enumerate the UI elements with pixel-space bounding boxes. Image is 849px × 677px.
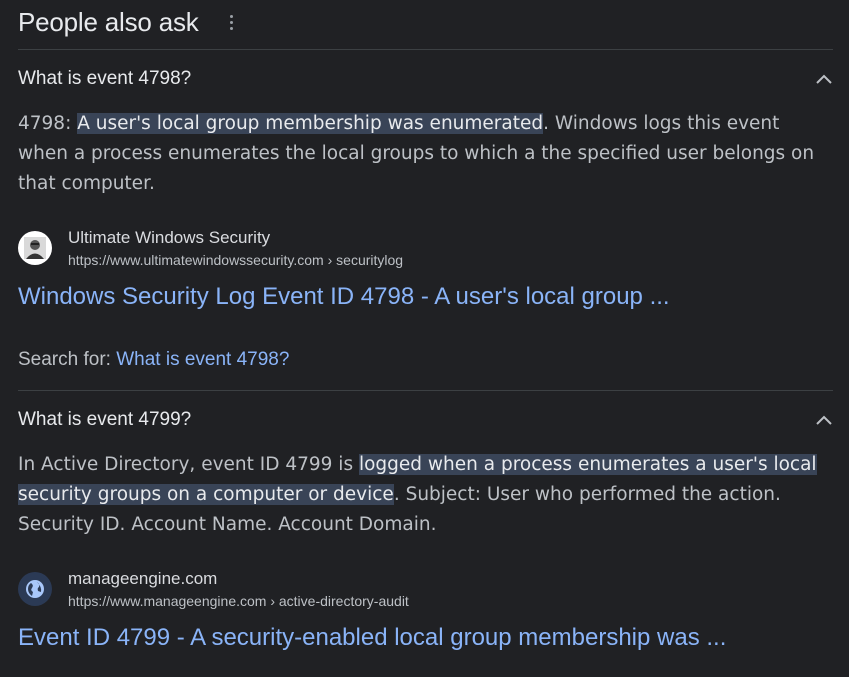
search-for-label: Search for: — [18, 349, 117, 370]
source-block[interactable]: manageengine.com https://www.manageengin… — [18, 567, 409, 611]
site-favicon-icon — [18, 231, 52, 265]
globe-icon — [18, 572, 52, 606]
source-name: manageengine.com — [68, 568, 218, 588]
search-for-link[interactable]: What is event 4798? — [116, 349, 289, 370]
divider — [18, 49, 833, 50]
search-for: Search for: What is event 4798? — [18, 349, 289, 371]
answer-snippet: 4798: A user's local group membership wa… — [18, 109, 828, 199]
question-row-4798[interactable]: What is event 4798? — [18, 59, 833, 99]
divider — [18, 390, 833, 391]
source-url: https://www.manageengine.com › active-di… — [68, 592, 409, 609]
chevron-up-icon[interactable] — [815, 70, 833, 88]
question-row-4799[interactable]: What is event 4799? — [18, 400, 833, 440]
section-title: People also ask — [18, 6, 199, 37]
answer-text: 4798: — [18, 113, 78, 134]
kebab-menu-icon[interactable] — [223, 9, 241, 35]
paa-header: People also ask — [18, 4, 241, 40]
answer-highlight: A user's local group membership was enum… — [77, 113, 544, 134]
question-text: What is event 4799? — [18, 409, 192, 430]
answer-text: In Active Directory, event ID 4799 is — [18, 454, 359, 475]
question-text: What is event 4798? — [18, 68, 192, 89]
chevron-up-icon[interactable] — [815, 411, 833, 429]
source-block[interactable]: Ultimate Windows Security https://www.ul… — [18, 226, 403, 270]
result-link[interactable]: Windows Security Log Event ID 4798 - A u… — [18, 283, 670, 311]
source-name: Ultimate Windows Security — [68, 227, 271, 247]
source-url: https://www.ultimatewindowssecurity.com … — [68, 251, 404, 268]
answer-snippet: In Active Directory, event ID 4799 is lo… — [18, 450, 828, 540]
result-link[interactable]: Event ID 4799 - A security-enabled local… — [18, 624, 726, 652]
